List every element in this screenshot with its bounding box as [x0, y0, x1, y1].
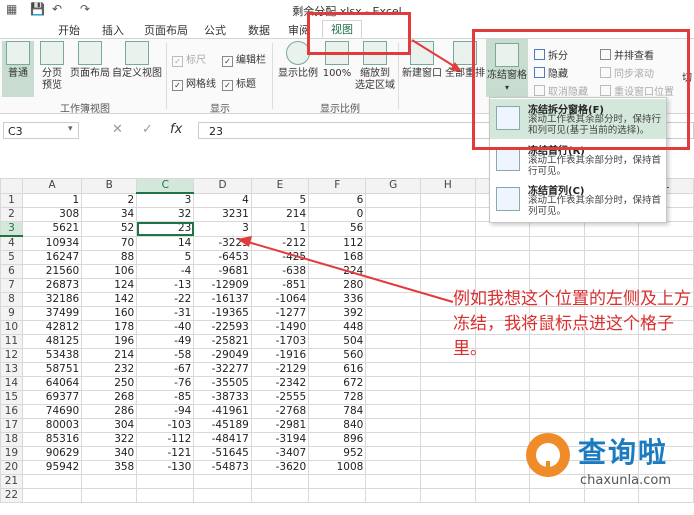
watermark-url: chaxunla.com	[580, 473, 671, 488]
watermark-name: 查询啦	[578, 436, 669, 469]
search-logo-icon	[526, 433, 570, 477]
arrow-head	[237, 236, 252, 247]
watermark: 查询啦 chaxunla.com	[518, 425, 694, 515]
annotation-text: 例如我想这个位置的左侧及上方冻结，我将鼠标点进这个格子里。	[453, 289, 691, 359]
arrow-head	[450, 62, 462, 72]
arrow-to-cell	[247, 241, 454, 303]
arrow-to-menu	[411, 39, 458, 69]
